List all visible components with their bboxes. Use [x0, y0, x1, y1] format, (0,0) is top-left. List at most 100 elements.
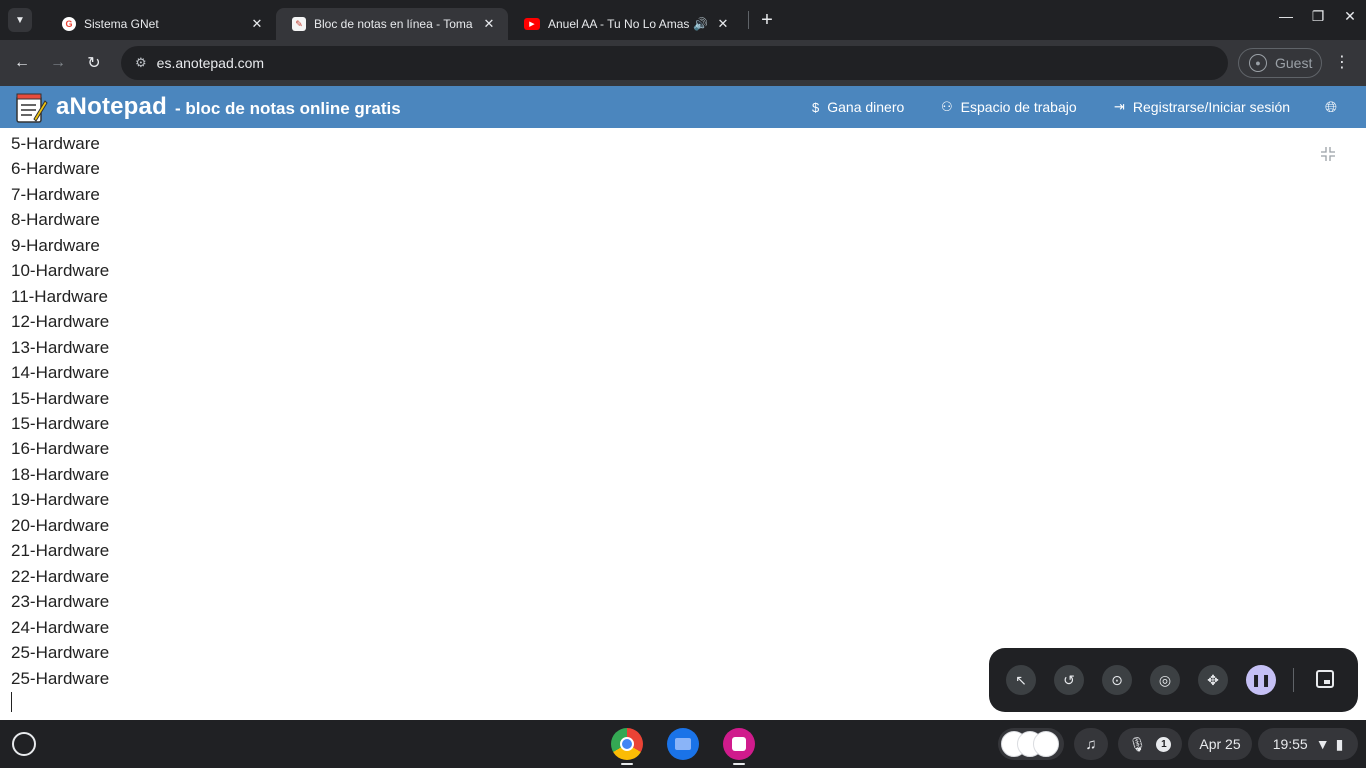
- reload-icon: ↻: [87, 55, 101, 72]
- tab-title: Bloc de notas en línea - Toma y: [314, 17, 474, 31]
- nav-label: Espacio de trabajo: [960, 99, 1077, 115]
- note-line: 18-Hardware: [11, 464, 110, 484]
- holding-item-thumb: [1033, 731, 1059, 757]
- microphone-icon: 🎙︎: [1128, 735, 1147, 752]
- scroll-move-icon[interactable]: ✥: [1198, 665, 1228, 695]
- note-line: 20-Hardware: [11, 515, 110, 535]
- note-line: 25-Hardware: [11, 643, 110, 663]
- panel-divider: [1293, 668, 1294, 692]
- tab-divider: [748, 11, 749, 29]
- tab-title: Sistema GNet: [84, 17, 159, 31]
- note-line: 7-Hardware: [11, 184, 100, 204]
- autoclick-double-icon[interactable]: ↺: [1054, 665, 1084, 695]
- mic-tray[interactable]: 🎙︎ 1: [1118, 728, 1182, 760]
- more-menu-icon[interactable]: ⋮: [1334, 52, 1350, 72]
- restore-icon[interactable]: ❐: [1308, 8, 1328, 25]
- tab-sistema-gnet[interactable]: G Sistema GNet ✕: [46, 8, 276, 40]
- autoclick-left-icon[interactable]: ↖: [1006, 665, 1036, 695]
- language-globe-icon[interactable]: 🌐︎: [1325, 86, 1337, 128]
- person-icon: ●: [1249, 54, 1267, 72]
- panel-position-icon[interactable]: [1316, 670, 1334, 688]
- tab-search-button[interactable]: ▼: [8, 8, 32, 32]
- files-icon[interactable]: [667, 728, 699, 760]
- chevron-down-icon: ▼: [15, 14, 25, 26]
- note-line: 19-Hardware: [11, 490, 110, 510]
- mic-badge: 1: [1156, 736, 1172, 752]
- people-icon: ⚇: [941, 99, 953, 114]
- site-settings-icon[interactable]: ⚙: [135, 55, 147, 71]
- system-shelf: ♫ 🎙︎ 1 Apr 25 19:55 ▼ ▮: [0, 720, 1366, 768]
- note-line: 12-Hardware: [11, 312, 110, 332]
- browser-toolbar: ← → ↻ ⚙ es.anotepad.com ● Guest ⋮: [0, 40, 1366, 86]
- text-cursor: [11, 692, 12, 712]
- back-button[interactable]: ←: [4, 45, 40, 81]
- nav-espacio-de-trabajo[interactable]: ⚇ Espacio de trabajo: [941, 86, 1077, 128]
- pause-icon[interactable]: ❚❚: [1246, 665, 1276, 695]
- running-indicator: [733, 763, 745, 765]
- profile-button[interactable]: ● Guest: [1238, 48, 1322, 78]
- note-line: 24-Hardware: [11, 617, 110, 637]
- notepad-logo-icon[interactable]: [14, 91, 48, 123]
- brand-name[interactable]: aNotepad: [56, 93, 167, 121]
- url-text: es.anotepad.com: [156, 55, 265, 71]
- tab-anuel-aa[interactable]: ▶ Anuel AA - Tu No Lo Amas 🔊 ✕: [508, 8, 742, 40]
- close-icon[interactable]: ✕: [248, 15, 266, 33]
- running-indicator: [621, 763, 633, 765]
- tab-strip: ▼ G Sistema GNet ✕ ✎ Bloc de notas en lí…: [0, 0, 1366, 40]
- exit-fullscreen-icon[interactable]: [1320, 146, 1336, 165]
- battery-icon: ▮: [1335, 735, 1344, 752]
- dollar-icon: $: [812, 99, 820, 115]
- new-tab-button[interactable]: +: [753, 6, 781, 34]
- date-text: Apr 25: [1199, 736, 1241, 752]
- autoclick-drag-icon[interactable]: ◎: [1150, 665, 1180, 695]
- speaker-icon[interactable]: 🔊: [693, 17, 708, 31]
- forward-button[interactable]: →: [40, 45, 76, 81]
- media-controls-icon[interactable]: ♫: [1074, 728, 1108, 760]
- chrome-icon[interactable]: [611, 728, 643, 760]
- note-line: 25-Hardware: [11, 668, 110, 688]
- note-line: 21-Hardware: [11, 541, 110, 561]
- note-line: 10-Hardware: [11, 261, 110, 281]
- minimize-icon[interactable]: —: [1276, 8, 1296, 24]
- nav-label: Registrarse/Iniciar sesión: [1132, 99, 1291, 115]
- arrow-right-icon: →: [50, 54, 66, 71]
- note-line: 23-Hardware: [11, 592, 110, 612]
- status-tray[interactable]: 19:55 ▼ ▮: [1258, 728, 1358, 760]
- close-icon[interactable]: ✕: [480, 15, 498, 33]
- floating-control-panel: ↖ ↺ ⊙ ◎ ✥ ❚❚: [989, 648, 1358, 712]
- reload-button[interactable]: ↻: [76, 45, 112, 81]
- note-line: 13-Hardware: [11, 337, 110, 357]
- nav-gana-dinero[interactable]: $ Gana dinero: [812, 86, 904, 128]
- close-window-icon[interactable]: ✕: [1340, 8, 1360, 25]
- autoclick-right-icon[interactable]: ⊙: [1102, 665, 1132, 695]
- brand-tagline: - bloc de notas online gratis: [174, 99, 401, 118]
- login-icon: ⇥: [1114, 99, 1125, 114]
- holding-space-tray[interactable]: [998, 728, 1064, 760]
- notepad-icon: ✎: [292, 17, 306, 31]
- canvas-icon[interactable]: [723, 728, 755, 760]
- address-bar[interactable]: ⚙ es.anotepad.com: [121, 46, 1228, 80]
- note-line: 9-Hardware: [11, 235, 100, 255]
- note-editor[interactable]: 5-Hardware 6-Hardware 7-Hardware 8-Hardw…: [0, 128, 1366, 720]
- note-line: 5-Hardware: [11, 134, 100, 153]
- wifi-icon: ▼: [1315, 736, 1330, 752]
- google-g-icon: G: [62, 17, 76, 31]
- youtube-icon: ▶: [524, 18, 540, 30]
- site-header: aNotepad - bloc de notas online gratis $…: [0, 86, 1366, 128]
- profile-label: Guest: [1275, 55, 1313, 71]
- note-line: 6-Hardware: [11, 159, 100, 179]
- note-line: 22-Hardware: [11, 566, 110, 586]
- nav-label: Gana dinero: [827, 99, 905, 115]
- note-line: 16-Hardware: [11, 439, 110, 459]
- note-line: 14-Hardware: [11, 363, 110, 383]
- note-line: 15-Hardware: [11, 413, 110, 433]
- launcher-icon[interactable]: [12, 732, 36, 756]
- tab-title: Anuel AA - Tu No Lo Amas: [548, 17, 690, 31]
- date-tray[interactable]: Apr 25: [1188, 728, 1252, 760]
- note-text[interactable]: 5-Hardware 6-Hardware 7-Hardware 8-Hardw…: [11, 131, 109, 691]
- close-icon[interactable]: ✕: [714, 15, 732, 33]
- tab-bloc-de-notas[interactable]: ✎ Bloc de notas en línea - Toma y ✕: [276, 8, 508, 40]
- note-line: 8-Hardware: [11, 210, 100, 230]
- arrow-left-icon: ←: [14, 54, 30, 71]
- nav-registrarse[interactable]: ⇥ Registrarse/Iniciar sesión: [1114, 86, 1290, 128]
